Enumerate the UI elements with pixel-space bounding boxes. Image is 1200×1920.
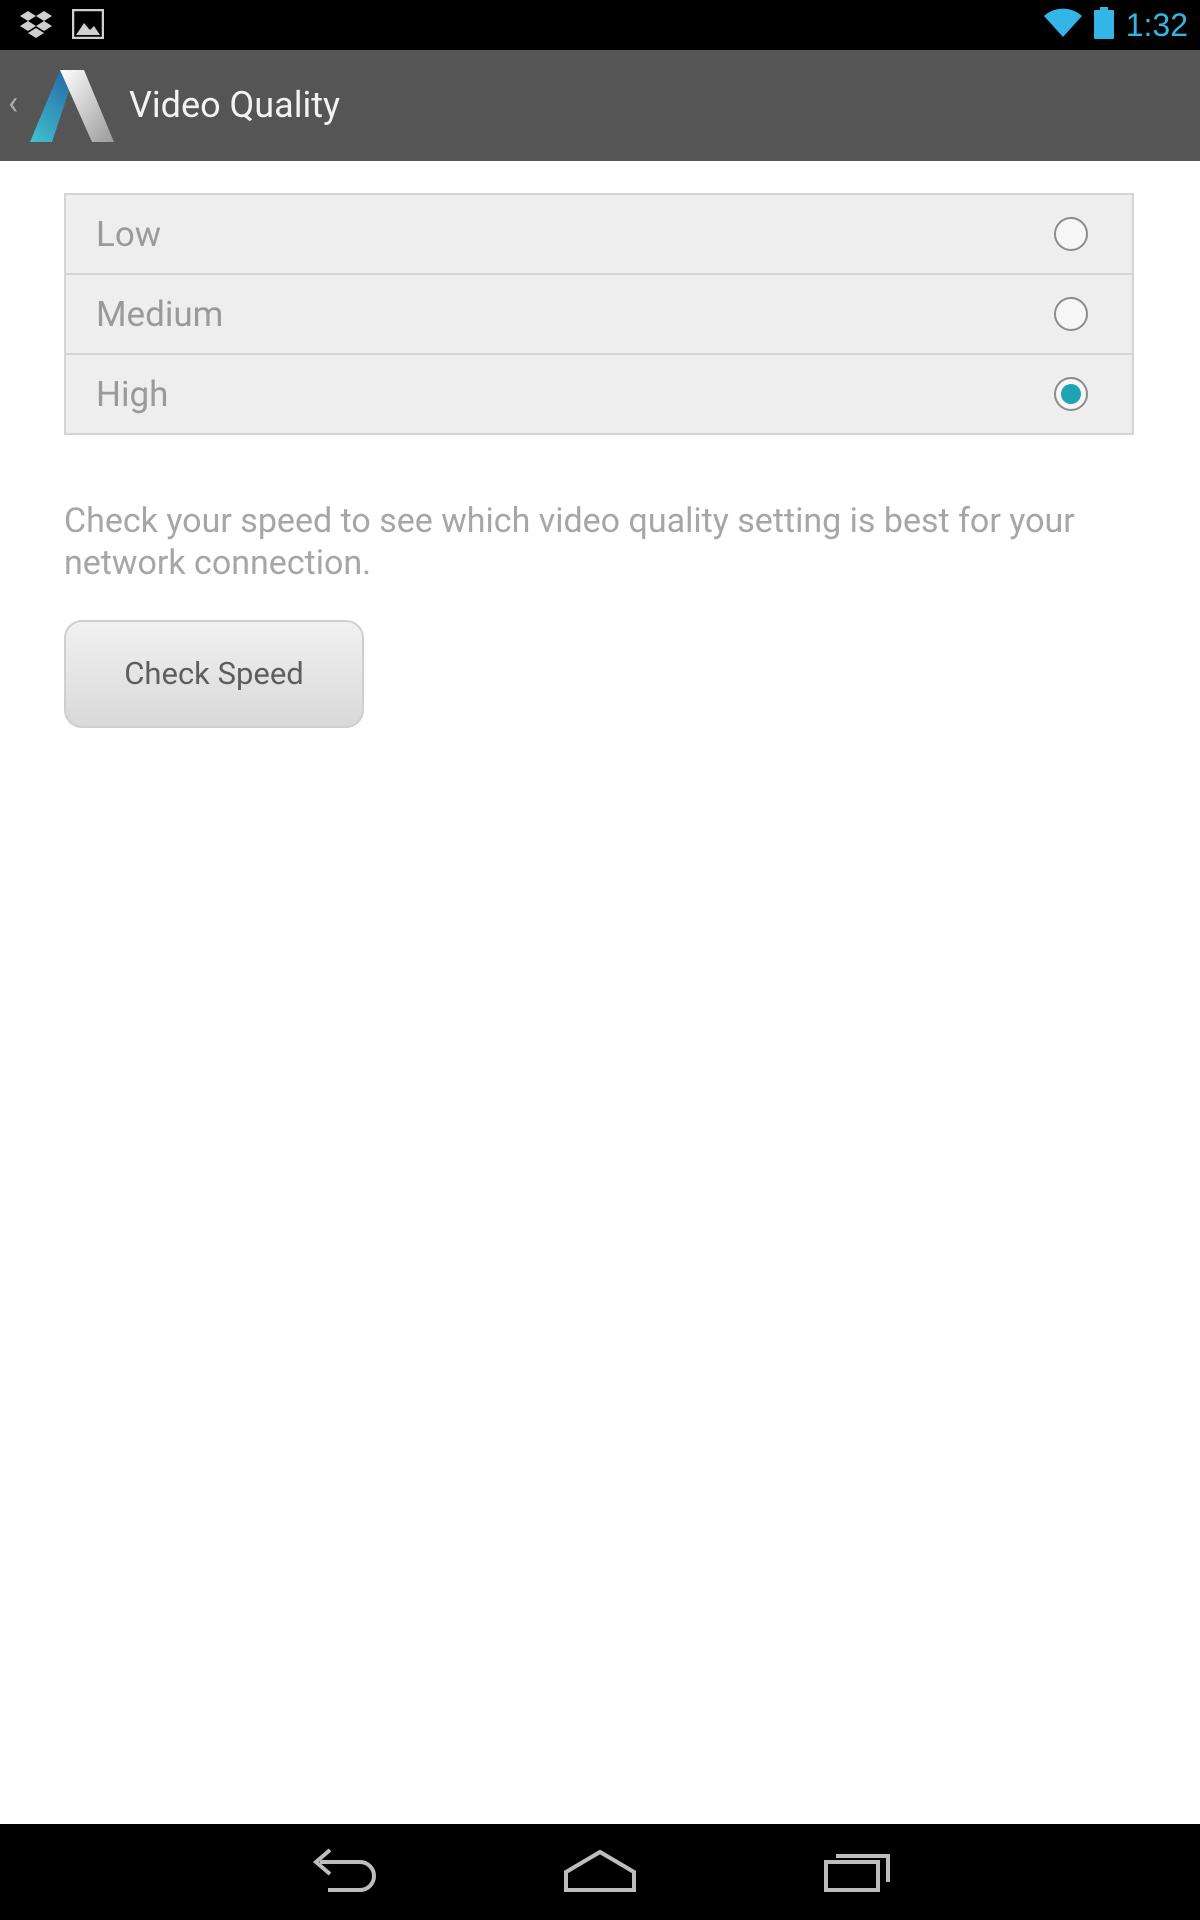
- action-bar: ‹ Video Quality: [0, 50, 1200, 161]
- quality-option-medium[interactable]: Medium: [66, 275, 1132, 355]
- app-logo[interactable]: [30, 70, 114, 142]
- recents-icon[interactable]: [823, 1844, 893, 1898]
- wifi-icon: [1043, 8, 1082, 42]
- option-label: Medium: [96, 294, 224, 335]
- status-bar: 1:32: [0, 0, 1200, 50]
- radio-button-high[interactable]: [1054, 377, 1088, 411]
- notification-icons: [20, 8, 105, 44]
- page-title: Video Quality: [129, 84, 341, 126]
- quality-option-low[interactable]: Low: [66, 195, 1132, 275]
- quality-option-high[interactable]: High: [66, 355, 1132, 433]
- chevron-left-icon[interactable]: ‹: [8, 86, 18, 120]
- video-quality-options: Low Medium High: [64, 193, 1134, 435]
- battery-icon: [1093, 7, 1114, 43]
- back-icon[interactable]: [308, 1844, 378, 1898]
- navigation-bar: [0, 1824, 1200, 1920]
- clock: 1:32: [1125, 6, 1188, 43]
- option-label: High: [96, 374, 169, 415]
- radio-button-low[interactable]: [1054, 217, 1088, 251]
- home-icon[interactable]: [563, 1844, 637, 1898]
- image-icon: [71, 8, 105, 43]
- option-label: Low: [96, 214, 162, 255]
- radio-button-medium[interactable]: [1054, 297, 1088, 331]
- speed-check-description: Check your speed to see which video qual…: [64, 501, 1075, 583]
- status-indicators: 1:32: [1043, 0, 1188, 50]
- check-speed-button[interactable]: Check Speed: [64, 620, 364, 728]
- dropbox-icon: [20, 8, 52, 44]
